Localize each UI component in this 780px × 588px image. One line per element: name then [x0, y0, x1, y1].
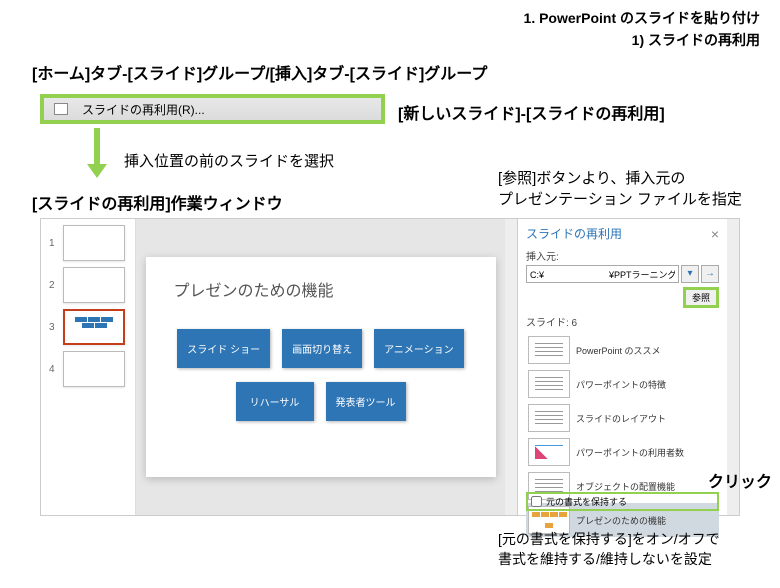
slide-thumbnails-panel: 1 2 3 4	[41, 219, 136, 515]
mini-thumb-icon	[528, 336, 570, 364]
reuse-pane-title: スライドの再利用	[526, 225, 622, 242]
path-dropdown-button[interactable]: ▾	[681, 265, 699, 283]
reuse-slide-item[interactable]: スライドのレイアウト	[526, 401, 719, 435]
page-header: 1. PowerPoint のスライドを貼り付け 1) スライドの再利用	[524, 8, 760, 50]
click-annotation: クリック	[708, 468, 772, 492]
tile: 画面切り替え	[282, 329, 362, 368]
browse-button[interactable]: 参照	[683, 287, 719, 308]
slide-thumbnail[interactable]: 4	[41, 351, 135, 387]
slide-thumbnail[interactable]: 1	[41, 225, 135, 261]
slide-title: プレゼンのための機能	[174, 277, 476, 301]
browse-note: [参照]ボタンより、挿入元の プレゼンテーション ファイルを指定	[498, 168, 742, 210]
new-slide-path-label: [新しいスライド]-[スライドの再利用]	[398, 100, 665, 124]
task-pane-title-label: [スライドの再利用]作業ウィンドウ	[32, 190, 283, 214]
powerpoint-app-area: 1 2 3 4 プレゼンのための機能 スライド ショー 画面切り替え アニメーシ…	[40, 218, 740, 516]
mini-thumb-icon	[528, 370, 570, 398]
header-line1: 1. PowerPoint のスライドを貼り付け	[524, 8, 760, 28]
slide-canvas[interactable]: プレゼンのための機能 スライド ショー 画面切り替え アニメーション リハーサル…	[146, 257, 496, 477]
source-path-input[interactable]	[526, 265, 679, 283]
select-previous-label: 挿入位置の前のスライドを選択	[124, 150, 334, 171]
reuse-slides-task-pane: スライドの再利用 × 挿入元: ▾ → 参照 スライド: 6 PowerPoin…	[517, 219, 727, 515]
tile: 発表者ツール	[326, 382, 406, 421]
reuse-slide-item[interactable]: パワーポイントの利用者数	[526, 435, 719, 469]
slide-count-label: スライド: 6	[526, 314, 719, 329]
keep-format-checkbox[interactable]	[531, 496, 542, 507]
menu-item-label: スライドの再利用(R)...	[82, 101, 205, 118]
keep-source-format-row[interactable]: 元の書式を保持する	[526, 492, 719, 511]
editor-scrollbar[interactable]	[505, 219, 517, 515]
slide-thumbnail[interactable]: 2	[41, 267, 135, 303]
path-go-button[interactable]: →	[701, 265, 719, 283]
mini-thumb-icon	[528, 404, 570, 432]
keep-format-label: 元の書式を保持する	[546, 495, 627, 508]
reuse-slides-menu-item[interactable]: スライドの再利用(R)...	[40, 94, 385, 124]
reuse-slide-item[interactable]: PowerPoint のススメ	[526, 333, 719, 367]
mini-thumb-icon	[528, 438, 570, 466]
tile-row-2: リハーサル 発表者ツール	[166, 382, 476, 421]
insert-from-label: 挿入元:	[526, 248, 719, 263]
arrow-down-icon	[94, 128, 107, 178]
close-icon[interactable]: ×	[711, 226, 719, 242]
header-line2: 1) スライドの再利用	[524, 30, 760, 50]
reuse-slide-item[interactable]: パワーポイントの特徴	[526, 367, 719, 401]
bottom-note: [元の書式を保持する]をオン/オフで 書式を維持する/維持しないを設定	[498, 530, 720, 569]
slide-editor: プレゼンのための機能 スライド ショー 画面切り替え アニメーション リハーサル…	[136, 219, 505, 515]
slide-icon	[54, 103, 68, 115]
tile: スライド ショー	[177, 329, 270, 368]
ribbon-path-label: [ホーム]タブ-[スライド]グループ/[挿入]タブ-[スライド]グループ	[32, 60, 487, 84]
slide-thumbnail-selected[interactable]: 3	[41, 309, 135, 345]
tile-row-1: スライド ショー 画面切り替え アニメーション	[166, 329, 476, 368]
tile: リハーサル	[236, 382, 314, 421]
tile: アニメーション	[374, 329, 464, 368]
